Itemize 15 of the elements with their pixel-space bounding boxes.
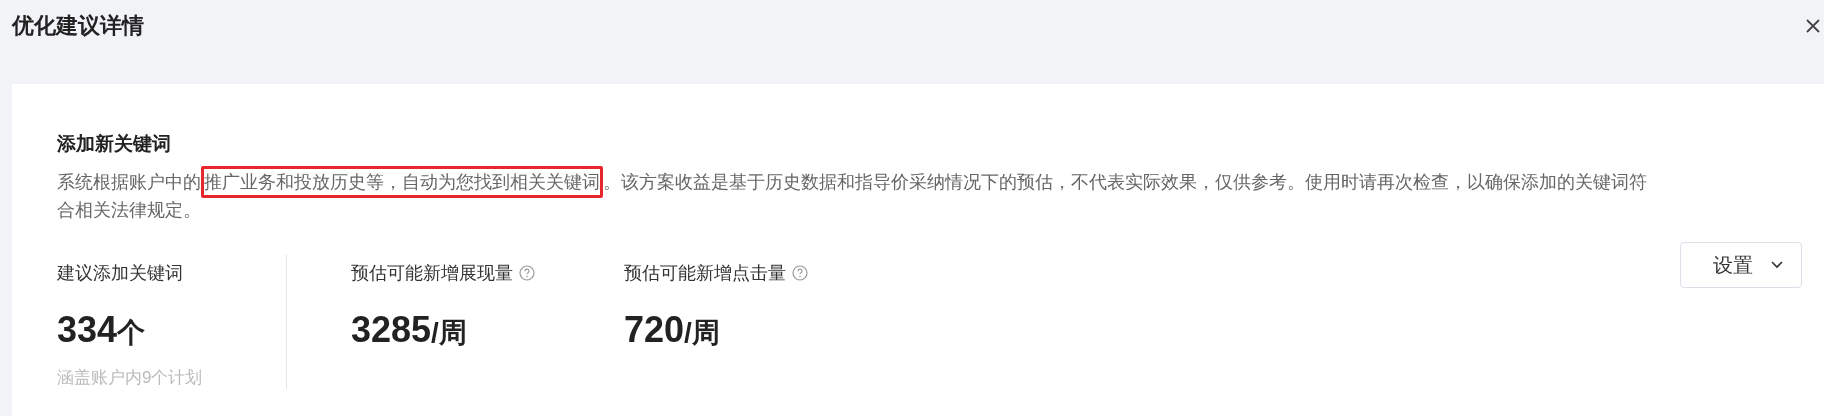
section-title: 添加新关键词: [57, 132, 172, 156]
settings-dropdown[interactable]: 设置: [1680, 242, 1802, 288]
stat-label: 建议添加关键词: [57, 262, 183, 284]
stat-label: 预估可能新增点击量: [624, 262, 786, 284]
close-icon[interactable]: [1806, 19, 1820, 33]
stat-label: 预估可能新增展现量: [351, 262, 513, 284]
stat-value: 720/周: [624, 308, 721, 352]
help-icon[interactable]: [792, 265, 808, 281]
stat-value: 334个: [57, 308, 147, 352]
help-icon[interactable]: [519, 265, 535, 281]
stat-note: 涵盖账户内9个计划: [57, 367, 204, 389]
panel-title: 优化建议详情: [12, 12, 144, 40]
chevron-down-icon: [1771, 261, 1783, 269]
stat-value: 3285/周: [351, 308, 468, 352]
description-text: 系统根据账户中的 推广业务和投放历史等，自动为您找到相关关键词 。该方案收益是基于历史数据和指导价采纳情况下的预估，不代表实际效果，仅供参考。使用时请再次检查，以确保添加的关键词符合相关法律规定。: [57, 168, 1657, 224]
